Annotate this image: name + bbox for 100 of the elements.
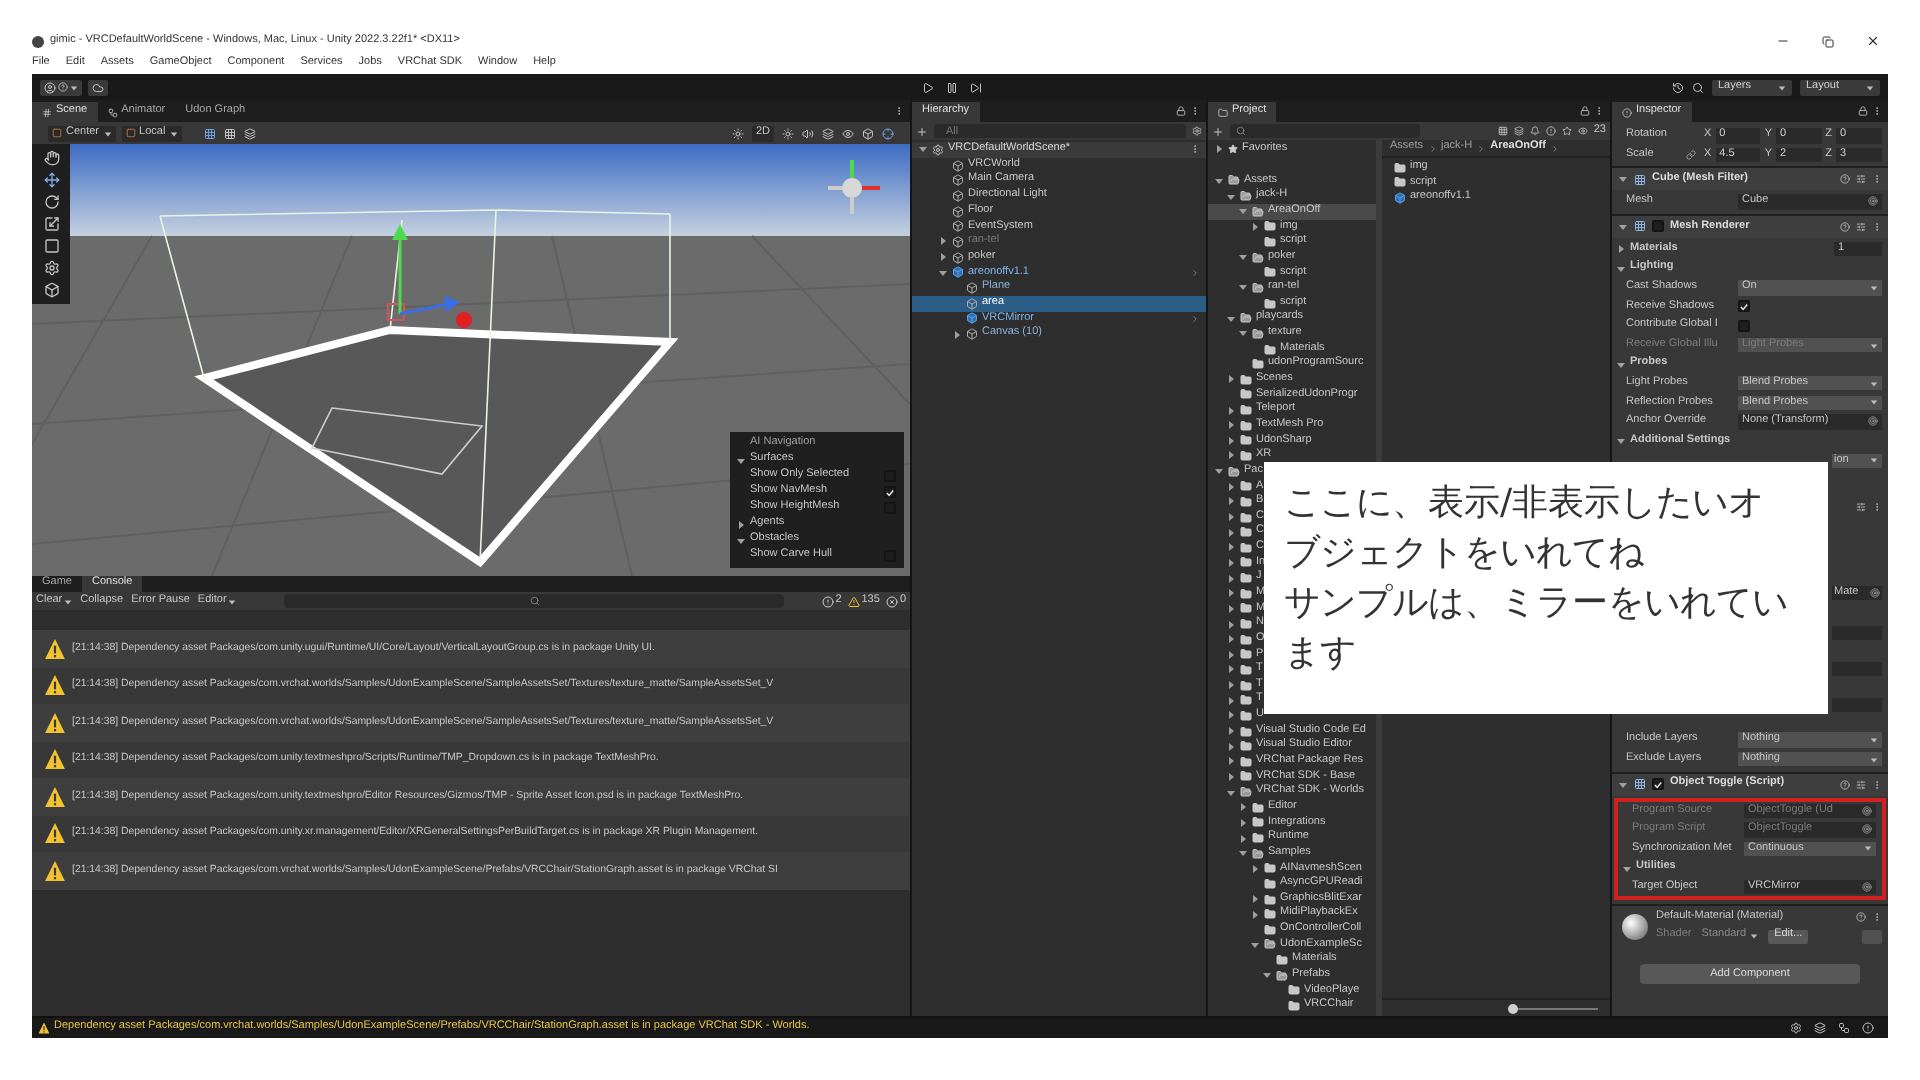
object-picker-icon[interactable] <box>1870 587 1880 598</box>
caret-icon[interactable] <box>1622 863 1632 874</box>
notification-icon[interactable] <box>1862 1022 1874 1034</box>
caret-icon[interactable] <box>1226 496 1236 507</box>
help-icon[interactable] <box>1856 912 1866 923</box>
caret-icon[interactable] <box>736 535 746 545</box>
caret-icon[interactable] <box>1226 191 1236 202</box>
minimize-icon[interactable] <box>1776 34 1790 48</box>
caret-icon[interactable] <box>918 144 928 155</box>
caret-icon[interactable] <box>1616 244 1626 255</box>
camera-icon[interactable] <box>882 127 894 139</box>
caret-icon[interactable] <box>1618 779 1628 789</box>
search-icon[interactable] <box>1692 81 1704 93</box>
caret-icon[interactable] <box>1226 771 1236 782</box>
lock-icon[interactable] <box>1176 106 1186 116</box>
preset-icon[interactable] <box>1856 501 1866 512</box>
caret-icon[interactable] <box>1238 252 1248 263</box>
caret-icon[interactable] <box>1262 970 1272 981</box>
preset-icon[interactable] <box>1856 174 1866 185</box>
caret-icon[interactable] <box>1226 420 1236 431</box>
caret-icon[interactable] <box>736 455 746 465</box>
caret-icon[interactable] <box>1238 282 1248 293</box>
caret-icon[interactable] <box>1238 328 1248 339</box>
lock-icon[interactable] <box>1580 106 1590 116</box>
caret-icon[interactable] <box>1226 603 1236 614</box>
snap-icon[interactable] <box>223 127 236 139</box>
network-icon[interactable] <box>1838 1022 1850 1034</box>
account-button[interactable] <box>40 79 82 95</box>
lighting-icon[interactable] <box>782 127 794 139</box>
object-picker-icon[interactable] <box>1868 196 1878 207</box>
checkbox[interactable] <box>1738 319 1750 332</box>
caret-icon[interactable] <box>1226 619 1236 630</box>
checkbox[interactable] <box>1652 778 1664 790</box>
caret-icon[interactable] <box>1618 174 1628 185</box>
caret-icon[interactable] <box>1214 144 1224 155</box>
checkbox[interactable] <box>1652 220 1664 233</box>
caret-icon[interactable] <box>1226 756 1236 767</box>
hand-tool-icon[interactable] <box>43 150 59 166</box>
object-picker-icon[interactable] <box>1862 882 1872 893</box>
caret-icon[interactable] <box>1250 863 1260 874</box>
caret-icon[interactable] <box>1226 435 1236 446</box>
add-icon[interactable] <box>1212 125 1224 137</box>
caret-icon[interactable] <box>1226 741 1236 752</box>
caret-icon[interactable] <box>1616 263 1626 274</box>
caret-icon[interactable] <box>1226 680 1236 691</box>
help-icon[interactable] <box>1840 221 1850 232</box>
caret-icon[interactable] <box>736 519 746 529</box>
caret-icon[interactable] <box>1214 466 1224 477</box>
caret-icon[interactable] <box>1214 175 1224 186</box>
caret-icon[interactable] <box>1226 726 1236 737</box>
object-picker-icon[interactable] <box>1868 416 1878 427</box>
caret-icon[interactable] <box>1226 374 1236 385</box>
cloud-button[interactable] <box>88 79 108 95</box>
help-icon[interactable] <box>1840 174 1850 185</box>
caret-icon[interactable] <box>1226 787 1236 798</box>
audio-icon[interactable] <box>802 127 814 139</box>
star-icon[interactable] <box>1561 126 1572 136</box>
caret-icon[interactable] <box>938 267 948 278</box>
caret-icon[interactable] <box>1238 848 1248 859</box>
rotate-tool-icon[interactable] <box>43 194 59 210</box>
checkbox[interactable] <box>884 486 896 498</box>
caret-icon[interactable] <box>1226 527 1236 538</box>
caret-icon[interactable] <box>952 329 962 340</box>
preset-icon[interactable] <box>1856 779 1866 789</box>
slider-thumb[interactable] <box>1508 1003 1519 1013</box>
link-icon[interactable] <box>1686 149 1696 160</box>
search-field[interactable] <box>284 594 785 608</box>
log-icon[interactable] <box>1545 126 1556 136</box>
caret-icon[interactable] <box>1250 939 1260 950</box>
lock-icon[interactable] <box>1858 106 1868 116</box>
caret-icon[interactable] <box>1226 695 1236 706</box>
caret-icon[interactable] <box>1226 512 1236 523</box>
caret-icon[interactable] <box>1250 221 1260 232</box>
caret-icon[interactable] <box>1616 359 1626 370</box>
restore-icon[interactable] <box>1822 35 1834 47</box>
caret-icon[interactable] <box>1226 481 1236 492</box>
caret-icon[interactable] <box>1226 634 1236 645</box>
play-icon[interactable] <box>922 81 934 93</box>
checkbox[interactable] <box>1738 300 1750 313</box>
caret-icon[interactable] <box>1250 894 1260 905</box>
pause-icon[interactable] <box>946 81 958 93</box>
chevron-icon[interactable] <box>1190 267 1200 278</box>
caret-icon[interactable] <box>1226 710 1236 721</box>
caret-icon[interactable] <box>1616 436 1626 447</box>
caret-icon[interactable] <box>1226 573 1236 584</box>
step-icon[interactable] <box>970 81 982 93</box>
help-icon[interactable] <box>1840 779 1850 789</box>
rect-tool-icon[interactable] <box>43 238 59 254</box>
caret-icon[interactable] <box>1226 542 1236 553</box>
history-icon[interactable] <box>1672 81 1684 93</box>
gizmos-icon[interactable] <box>862 127 874 139</box>
hidden-packages-icon[interactable] <box>1577 126 1588 136</box>
preset-icon[interactable] <box>1856 221 1866 232</box>
caret-icon[interactable] <box>1226 405 1236 416</box>
chevron-icon[interactable] <box>1190 313 1200 324</box>
caret-icon[interactable] <box>1618 221 1628 232</box>
caret-icon[interactable] <box>938 252 948 263</box>
close-icon[interactable] <box>1866 34 1880 48</box>
caret-icon[interactable] <box>1226 313 1236 324</box>
visibility-icon[interactable] <box>842 127 854 139</box>
